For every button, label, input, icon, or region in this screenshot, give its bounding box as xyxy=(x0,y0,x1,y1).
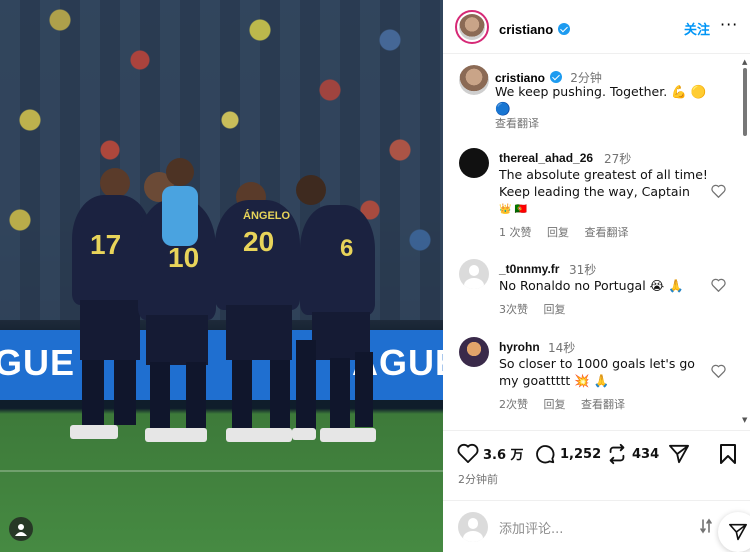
author-username[interactable]: cristiano xyxy=(499,22,553,37)
post-side-panel: cristiano 关注 ··· cristiano 2分钟 We keep p… xyxy=(443,0,750,552)
comment-username[interactable]: _t0nnmy.fr xyxy=(499,262,559,276)
comment-avatar[interactable] xyxy=(459,337,489,367)
caption-text: We keep pushing. Together. 💪 🟡 xyxy=(495,84,707,99)
comment-time: 14秒 xyxy=(548,341,576,355)
jersey-name: ÁNGELO xyxy=(243,210,291,222)
banner-text-left: GUE xyxy=(0,342,76,383)
verified-badge-icon xyxy=(558,23,571,35)
comment-bubble-icon[interactable] xyxy=(534,443,556,465)
current-user-avatar xyxy=(458,512,488,542)
tagged-user-button[interactable] xyxy=(9,517,33,541)
comment-likes[interactable]: 2次赞 xyxy=(499,398,528,411)
bookmark-icon[interactable] xyxy=(719,443,737,465)
jersey-number-6: 6 xyxy=(340,235,354,262)
comment-text-line: Keep leading the way, Captain xyxy=(499,184,690,199)
comments-scrollbar[interactable] xyxy=(743,68,747,136)
repost-count: 434 xyxy=(632,446,660,462)
caption-avatar[interactable] xyxy=(459,65,489,95)
comment-username[interactable]: thereal_ahad_26 xyxy=(499,151,593,165)
send-icon xyxy=(728,523,747,541)
comment-text-line: So closer to 1000 goals let's go xyxy=(499,356,695,371)
comment-text-line: The absolute greatest of all time! xyxy=(499,167,708,182)
post-timestamp: 2分钟前 xyxy=(458,473,498,486)
verified-badge-icon xyxy=(550,71,563,83)
comment-avatar[interactable] xyxy=(459,148,489,178)
repost-action[interactable]: 434 xyxy=(606,443,659,465)
like-action[interactable]: 3.6 万 xyxy=(457,443,524,463)
comment-like-icon[interactable] xyxy=(711,184,726,198)
comment-likes[interactable]: 3次赞 xyxy=(499,303,528,316)
jersey-number-10: 10 xyxy=(168,242,200,273)
user-icon xyxy=(15,524,27,536)
comment-time: 31秒 xyxy=(569,263,597,277)
comment-meta: 1 次赞 回复 查看翻译 xyxy=(499,224,641,240)
pitch-line xyxy=(0,470,443,472)
comment-action[interactable]: 1,252 xyxy=(534,443,601,465)
comment-meta: 3次赞 回复 xyxy=(499,301,578,317)
comment-like-icon[interactable] xyxy=(711,364,726,378)
comment-text-line: 👑 🇵🇹 xyxy=(499,204,528,215)
comment-input[interactable]: 添加评论... xyxy=(499,518,563,537)
comment-like-icon[interactable] xyxy=(711,278,726,292)
comment-bar: 添加评论... xyxy=(443,500,750,552)
scroll-up-arrow-icon[interactable]: ▲ xyxy=(742,58,747,66)
comment-count: 1,252 xyxy=(560,446,602,462)
comments-list[interactable]: cristiano 2分钟 We keep pushing. Together.… xyxy=(443,55,750,430)
translate-link[interactable]: 查看翻译 xyxy=(585,226,629,239)
comment-time: 27秒 xyxy=(604,152,632,166)
post-header: cristiano 关注 ··· xyxy=(443,0,750,54)
more-options-icon[interactable]: ··· xyxy=(720,15,738,34)
share-floating-button[interactable] xyxy=(718,512,750,552)
repost-icon[interactable] xyxy=(606,443,628,465)
like-count: 3.6 万 xyxy=(483,447,524,463)
comment-meta: 2次赞 回复 查看翻译 xyxy=(499,396,637,412)
comment-username[interactable]: hyrohn xyxy=(499,340,540,354)
author-avatar[interactable] xyxy=(455,10,489,44)
scroll-down-arrow-icon[interactable]: ▼ xyxy=(742,416,747,424)
comment-text-line: No Ronaldo no Portugal 😭 🙏 xyxy=(499,278,684,293)
comment-likes[interactable]: 1 次赞 xyxy=(499,226,532,239)
jersey-number-20: 20 xyxy=(243,226,275,257)
post-photo[interactable]: GUE AGUE 17 10 ÁNGELO 20 xyxy=(0,0,443,552)
reply-button[interactable]: 回复 xyxy=(547,226,569,239)
share-icon[interactable] xyxy=(668,444,690,464)
comment-avatar[interactable] xyxy=(459,259,489,289)
caption-translate-link[interactable]: 查看翻译 xyxy=(495,115,539,131)
comment-text-line: my goattttt 💥 🙏 xyxy=(499,373,610,388)
heart-icon[interactable] xyxy=(457,443,479,463)
translate-link[interactable]: 查看翻译 xyxy=(581,398,625,411)
follow-button[interactable]: 关注 xyxy=(684,19,710,38)
jersey-number-17: 17 xyxy=(90,229,122,260)
reply-button[interactable]: 回复 xyxy=(544,303,566,316)
reply-button[interactable]: 回复 xyxy=(544,398,566,411)
emoji-icon[interactable] xyxy=(699,518,713,534)
